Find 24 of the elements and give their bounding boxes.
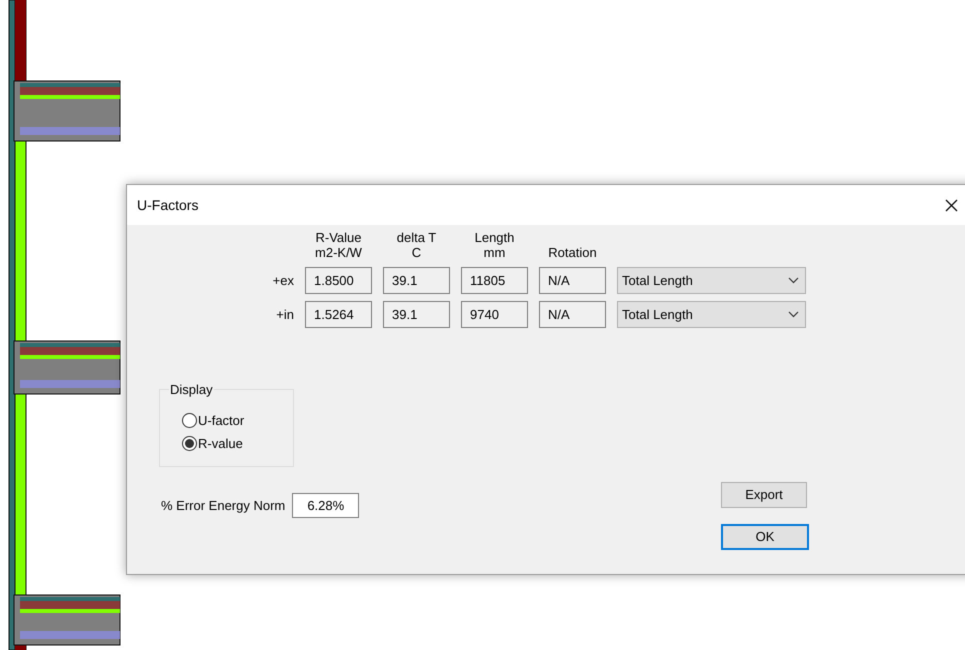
value-field[interactable]: N/A [539,267,606,294]
group-title: Display [169,381,214,399]
dialog-button[interactable]: Export [721,482,807,508]
value-field[interactable]: 11805 [461,267,528,294]
value-field[interactable]: N/A [539,301,606,328]
column-header: Length mm [474,230,516,260]
column-header: delta T C [396,230,438,260]
error-norm-field[interactable]: 6.28% [292,493,360,518]
dropdown[interactable]: Total Length [617,267,806,294]
column-header: R-Value m2-K/W [314,230,363,260]
error-norm-label: % Error Energy Norm [161,496,286,515]
radio-option[interactable]: U-factor [182,412,293,430]
dropdown[interactable]: Total Length [617,301,806,328]
value-field[interactable]: 39.1 [383,301,450,328]
row-label: +ex [272,272,294,290]
value-field[interactable]: 1.5264 [305,301,372,328]
row-label: +in [276,306,294,324]
value-field[interactable]: 9740 [461,301,528,328]
value-field[interactable]: 1.8500 [305,267,372,294]
dialog-button[interactable]: OK [721,524,809,550]
window-title: U-Factors [137,196,198,214]
radio-option[interactable]: R-value [182,434,293,452]
column-header: Rotation [547,245,598,260]
value-field[interactable]: 39.1 [383,267,450,294]
